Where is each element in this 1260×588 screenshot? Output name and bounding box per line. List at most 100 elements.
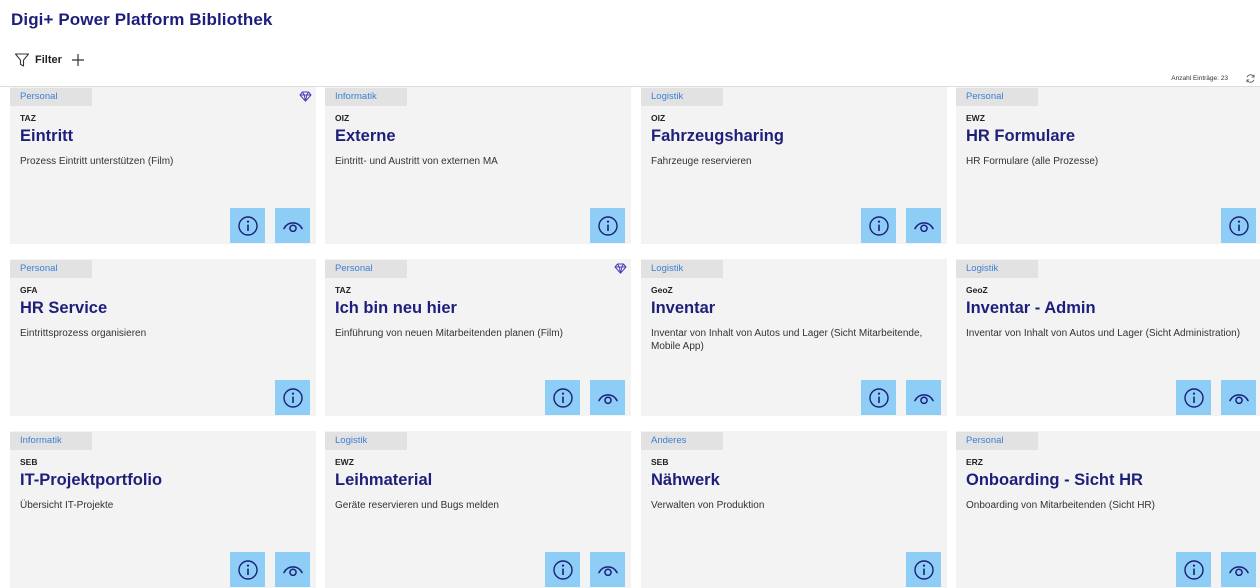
app-name: HR Formulare <box>966 127 1076 145</box>
eye-icon <box>913 393 934 404</box>
org-label: OIZ <box>335 113 350 123</box>
info-icon <box>1183 559 1204 580</box>
info-icon <box>552 387 573 408</box>
app-description: Verwalten von Produktion <box>651 500 765 511</box>
app-card[interactable]: Personal TAZ Ich bin neu hier Einführung… <box>325 259 631 416</box>
org-label: EWZ <box>335 457 354 467</box>
info-button[interactable] <box>861 380 896 415</box>
filter-button[interactable]: Filter <box>14 52 62 68</box>
info-icon <box>1228 215 1249 236</box>
eye-icon <box>1228 565 1249 576</box>
org-label: EWZ <box>966 113 985 123</box>
org-label: ERZ <box>966 457 983 467</box>
app-card[interactable]: Logistik EWZ Leihmaterial Geräte reservi… <box>325 431 631 588</box>
info-button[interactable] <box>545 552 580 587</box>
org-label: GeoZ <box>651 285 673 295</box>
app-name: Inventar - Admin <box>966 299 1096 317</box>
info-icon <box>913 559 934 580</box>
app-card[interactable]: Logistik OIZ Fahrzeugsharing Fahrzeuge r… <box>641 87 947 244</box>
info-icon <box>597 215 618 236</box>
app-card[interactable]: Informatik OIZ Externe Eintritt- und Aus… <box>325 87 631 244</box>
category-label: Personal <box>956 88 1038 106</box>
eye-icon <box>282 565 303 576</box>
info-button[interactable] <box>861 208 896 243</box>
info-icon <box>868 215 889 236</box>
category-label: Logistik <box>641 260 723 278</box>
category-label: Personal <box>325 260 407 278</box>
app-name: Nähwerk <box>651 471 720 489</box>
view-button[interactable] <box>275 208 310 243</box>
info-icon <box>1183 387 1204 408</box>
app-card[interactable]: Logistik GeoZ Inventar - Admin Inventar … <box>956 259 1260 416</box>
category-label: Personal <box>10 88 92 106</box>
category-label: Logistik <box>956 260 1038 278</box>
app-card[interactable]: Personal GFA HR Service Eintrittsprozess… <box>10 259 316 416</box>
view-button[interactable] <box>590 552 625 587</box>
app-name: Inventar <box>651 299 716 317</box>
info-icon <box>552 559 573 580</box>
info-button[interactable] <box>1176 552 1211 587</box>
app-description: Eintrittsprozess organisieren <box>20 328 147 339</box>
app-gallery: Personal TAZ Eintritt Prozess Eintritt u… <box>0 87 1260 588</box>
app-description: Prozess Eintritt unterstützen (Film) <box>20 156 174 167</box>
eye-icon <box>597 393 618 404</box>
info-button[interactable] <box>230 208 265 243</box>
app-description: Übersicht IT-Projekte <box>20 500 114 511</box>
info-button[interactable] <box>275 380 310 415</box>
app-description: Onboarding von Mitarbeitenden (Sicht HR) <box>966 500 1155 511</box>
eye-icon <box>282 221 303 232</box>
app-name: Fahrzeugsharing <box>651 127 784 145</box>
org-label: OIZ <box>651 113 666 123</box>
view-button[interactable] <box>590 380 625 415</box>
category-label: Informatik <box>10 432 92 450</box>
category-label: Logistik <box>325 432 407 450</box>
app-card[interactable]: Anderes SEB Nähwerk Verwalten von Produk… <box>641 431 947 588</box>
app-description: Eintritt- und Austritt von externen MA <box>335 156 498 167</box>
app-name: Externe <box>335 127 396 145</box>
app-name: HR Service <box>20 299 108 317</box>
info-button[interactable] <box>1176 380 1211 415</box>
add-icon[interactable] <box>70 52 86 68</box>
view-button[interactable] <box>906 208 941 243</box>
view-button[interactable] <box>906 380 941 415</box>
app-card[interactable]: Personal TAZ Eintritt Prozess Eintritt u… <box>10 87 316 244</box>
org-label: SEB <box>651 457 669 467</box>
app-card[interactable]: Personal ERZ Onboarding - Sicht HR Onboa… <box>956 431 1260 588</box>
app-name: Eintritt <box>20 127 74 145</box>
category-label: Anderes <box>641 432 723 450</box>
app-description: Inventar von Inhalt von Autos und Lager … <box>651 328 923 352</box>
category-label: Informatik <box>325 88 407 106</box>
category-label: Personal <box>10 260 92 278</box>
info-button[interactable] <box>906 552 941 587</box>
org-label: TAZ <box>335 285 351 295</box>
info-button[interactable] <box>1221 208 1256 243</box>
app-name: Onboarding - Sicht HR <box>966 471 1143 489</box>
app-card[interactable]: Logistik GeoZ Inventar Inventar von Inha… <box>641 259 947 416</box>
app-card[interactable]: Personal EWZ HR Formulare HR Formulare (… <box>956 87 1260 244</box>
info-button[interactable] <box>590 208 625 243</box>
org-label: GFA <box>20 285 38 295</box>
info-button[interactable] <box>545 380 580 415</box>
view-button[interactable] <box>275 552 310 587</box>
info-icon <box>237 559 258 580</box>
eye-icon <box>1228 393 1249 404</box>
filter-label: Filter <box>35 54 62 66</box>
app-name: Leihmaterial <box>335 471 433 489</box>
eye-icon <box>913 221 934 232</box>
filter-icon <box>14 53 30 67</box>
org-label: TAZ <box>20 113 36 123</box>
app-description: Einführung von neuen Mitarbeitenden plan… <box>335 328 563 339</box>
org-label: SEB <box>20 457 38 467</box>
info-icon <box>282 387 303 408</box>
diamond-icon <box>614 263 627 274</box>
page-title: Digi+ Power Platform Bibliothek <box>11 10 273 29</box>
view-button[interactable] <box>1221 552 1256 587</box>
info-button[interactable] <box>230 552 265 587</box>
info-icon <box>868 387 889 408</box>
filter-bar: Filter <box>14 50 86 70</box>
app-card[interactable]: Informatik SEB IT-Projektportfolio Übers… <box>10 431 316 588</box>
view-button[interactable] <box>1221 380 1256 415</box>
org-label: GeoZ <box>966 285 988 295</box>
refresh-icon[interactable] <box>1245 73 1256 84</box>
category-label: Personal <box>956 432 1038 450</box>
